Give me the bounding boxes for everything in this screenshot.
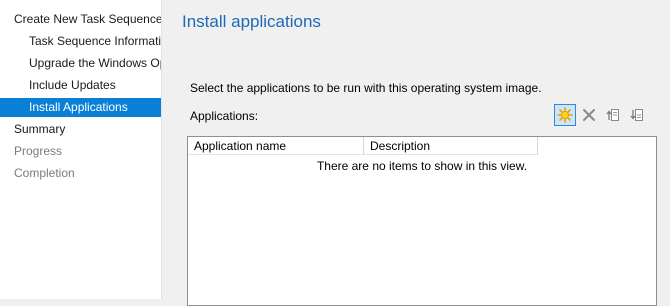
- applications-list[interactable]: Application name Description There are n…: [187, 136, 657, 306]
- nav-item-progress: Progress: [14, 144, 63, 158]
- applications-label: Applications:: [190, 109, 259, 123]
- empty-list-message: There are no items to show in this view.: [316, 159, 528, 173]
- move-up-icon: [606, 109, 619, 121]
- nav-item-upgrade-windows-os[interactable]: Upgrade the Windows Operating System: [0, 54, 161, 73]
- new-application-button[interactable]: [554, 104, 576, 126]
- move-up-button[interactable]: [602, 104, 624, 126]
- list-header: Application name Description: [188, 137, 538, 155]
- applications-toolbar: [554, 104, 648, 126]
- nav-item-summary[interactable]: Summary: [0, 120, 161, 139]
- delete-x-icon: [583, 109, 595, 121]
- nav-item-include-updates[interactable]: Include Updates: [0, 76, 161, 95]
- nav-item-create-new-task-sequence[interactable]: Create New Task Sequence: [0, 10, 161, 29]
- wizard-main-panel: Install applications Select the applicat…: [162, 0, 670, 306]
- move-down-button[interactable]: [626, 104, 648, 126]
- column-header-description[interactable]: Description: [364, 137, 538, 155]
- new-starburst-icon: [557, 107, 573, 123]
- instruction-text: Select the applications to be run with t…: [190, 81, 542, 95]
- nav-item-install-applications[interactable]: Install Applications: [0, 98, 161, 117]
- nav-item-completion: Completion: [14, 166, 75, 180]
- delete-application-button[interactable]: [578, 104, 600, 126]
- wizard-nav-pane: Create New Task Sequence Task Sequence I…: [0, 0, 162, 299]
- nav-item-task-sequence-information[interactable]: Task Sequence Information: [0, 32, 161, 51]
- move-down-icon: [630, 109, 643, 121]
- column-header-application-name[interactable]: Application name: [188, 137, 364, 155]
- page-title: Install applications: [182, 12, 321, 31]
